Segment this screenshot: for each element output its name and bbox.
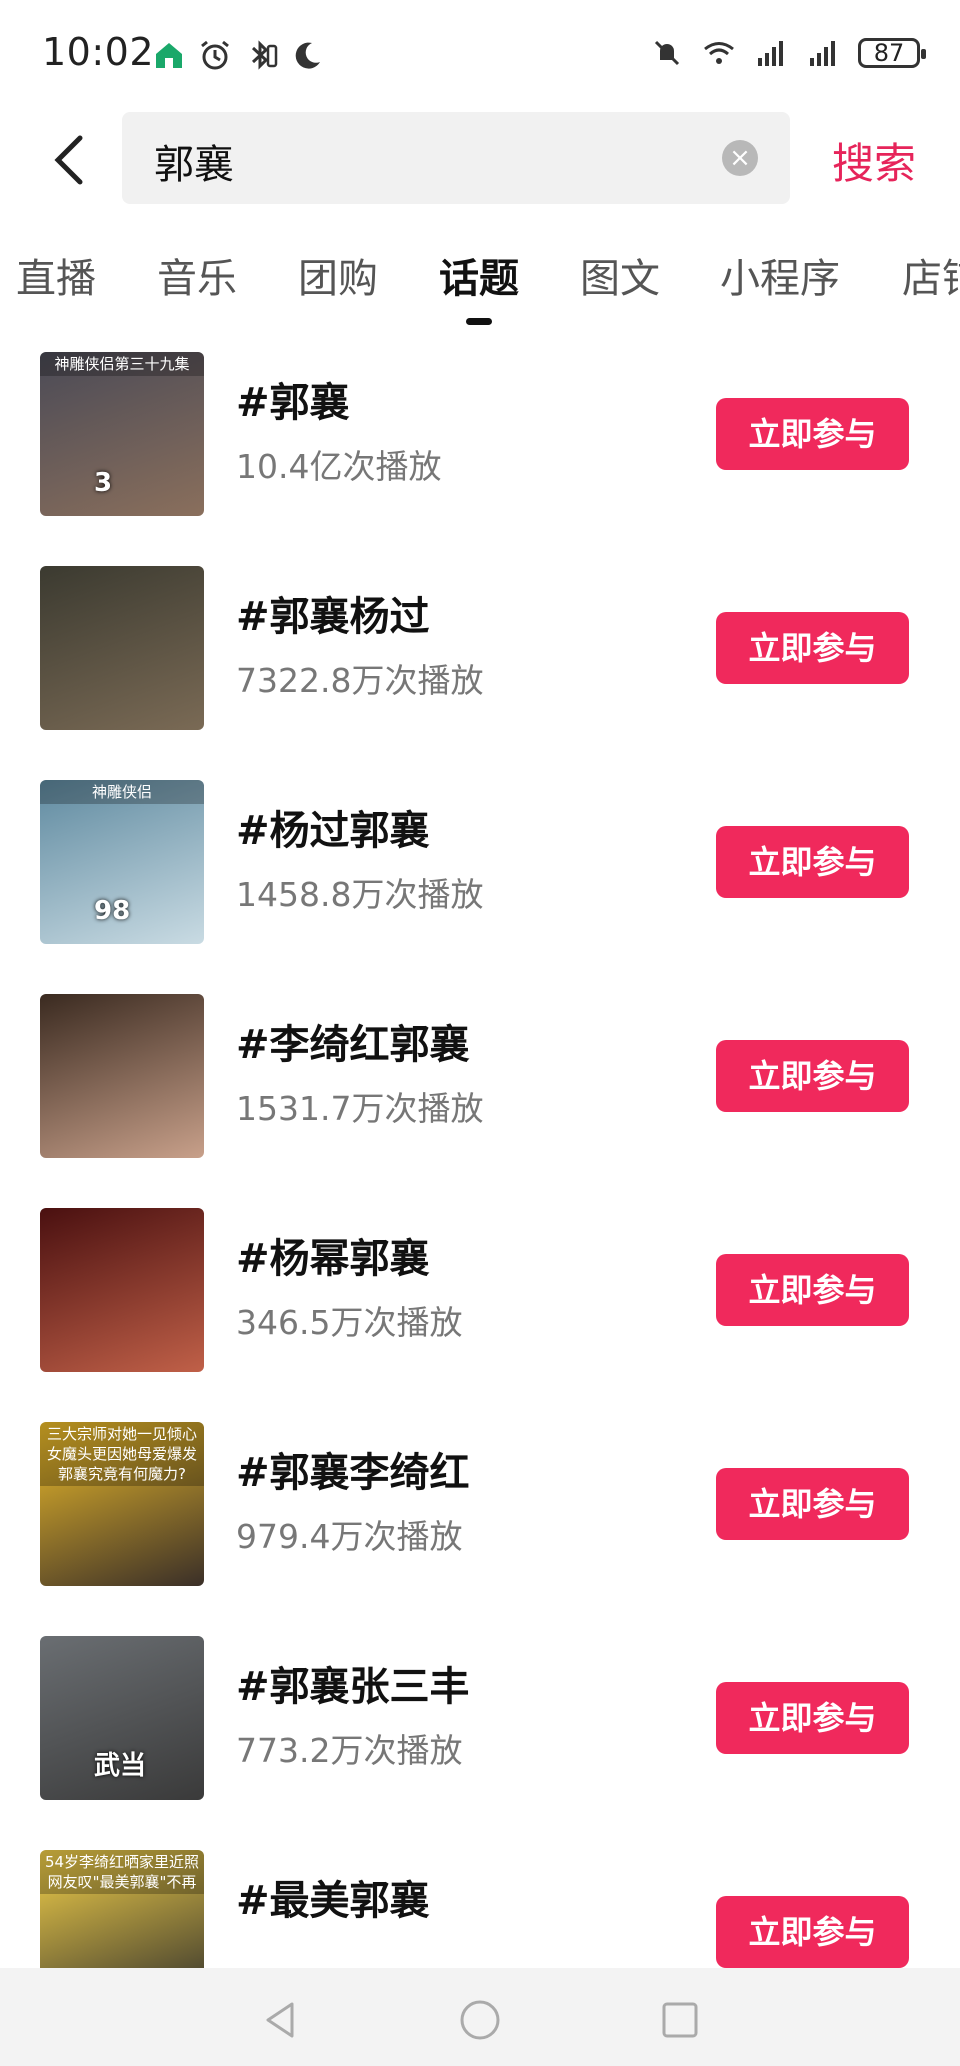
back-arrow-icon[interactable] xyxy=(50,132,90,188)
status-time: 10:02 xyxy=(42,30,155,74)
topic-row[interactable]: 三大宗师对她一见倾心 女魔头更因她母爱爆发 郭襄究竟有何魔力? #郭襄李绮红 979… xyxy=(0,1410,960,1624)
tab-topics[interactable]: 话题 xyxy=(439,246,519,304)
topic-title[interactable]: #郭襄杨过 xyxy=(236,584,430,642)
tab-mini-programs[interactable]: 小程序 xyxy=(720,246,840,304)
thumbnail-badge: 98 xyxy=(94,896,131,926)
topic-play-count: 979.4万次播放 xyxy=(236,1517,463,1556)
active-tab-indicator xyxy=(466,318,492,325)
tab-music[interactable]: 音乐 xyxy=(157,246,237,304)
signal-icon xyxy=(810,41,835,66)
tab-live[interactable]: 直播 xyxy=(16,246,96,304)
category-tabs: 直播 音乐 团购 话题 图文 小程序 店铺 xyxy=(0,236,960,326)
tab-group-buy[interactable]: 团购 xyxy=(298,246,378,304)
thumbnail-badge: 3 xyxy=(94,468,113,498)
topic-thumbnail[interactable] xyxy=(40,994,204,1158)
status-left-icons xyxy=(152,38,324,72)
topic-row[interactable]: #杨幂郭襄 346.5万次播放 立即参与 xyxy=(0,1196,960,1410)
join-topic-button[interactable]: 立即参与 xyxy=(716,612,909,684)
home-badge-icon xyxy=(156,43,182,68)
join-topic-button[interactable]: 立即参与 xyxy=(716,1896,909,1968)
mute-icon xyxy=(654,40,680,66)
thumbnail-caption: 三大宗师对她一见倾心 女魔头更因她母爱爆发 郭襄究竟有何魔力? xyxy=(40,1422,204,1486)
search-header: 郭襄 × 搜索 xyxy=(0,110,960,210)
home-circle-icon[interactable] xyxy=(458,1998,502,2042)
topic-thumbnail[interactable]: 神雕侠侣 98 xyxy=(40,780,204,944)
back-triangle-icon[interactable] xyxy=(258,1998,302,2042)
topic-row[interactable]: 武当 #郭襄张三丰 773.2万次播放 立即参与 xyxy=(0,1624,960,1838)
search-query: 郭襄 xyxy=(154,142,234,188)
thumbnail-caption: 神雕侠侣 xyxy=(40,780,204,804)
join-topic-button[interactable]: 立即参与 xyxy=(716,1682,909,1754)
topic-title[interactable]: #郭襄 xyxy=(236,370,350,428)
tab-shops[interactable]: 店铺 xyxy=(902,246,960,304)
bluetooth-icon xyxy=(251,40,278,70)
topic-title[interactable]: #杨幂郭襄 xyxy=(236,1226,430,1284)
status-right-icons: 87 xyxy=(650,36,926,70)
join-topic-button[interactable]: 立即参与 xyxy=(716,826,909,898)
topic-row[interactable]: 神雕侠侣第三十九集 3 #郭襄 10.4亿次播放 立即参与 xyxy=(0,340,960,554)
join-topic-button[interactable]: 立即参与 xyxy=(716,1040,909,1112)
topic-play-count: 7322.8万次播放 xyxy=(236,661,484,700)
wifi-icon xyxy=(704,42,734,64)
topic-thumbnail[interactable] xyxy=(40,1208,204,1372)
join-topic-button[interactable]: 立即参与 xyxy=(716,1254,909,1326)
battery-level: 87 xyxy=(873,39,905,67)
thumbnail-caption: 神雕侠侣第三十九集 xyxy=(40,352,204,376)
topic-play-count: 773.2万次播放 xyxy=(236,1731,463,1770)
topic-row[interactable]: 神雕侠侣 98 #杨过郭襄 1458.8万次播放 立即参与 xyxy=(0,768,960,982)
system-nav-bar xyxy=(0,1968,960,2066)
topic-title[interactable]: #李绮红郭襄 xyxy=(236,1012,470,1070)
recents-square-icon[interactable] xyxy=(658,1998,702,2042)
alarm-icon xyxy=(201,40,229,70)
thumbnail-badge: 武当 xyxy=(94,1751,147,1781)
topic-play-count: 1531.7万次播放 xyxy=(236,1089,484,1128)
moon-icon xyxy=(295,42,320,69)
search-button[interactable]: 搜索 xyxy=(832,130,916,191)
clear-icon[interactable]: × xyxy=(722,140,758,176)
topic-play-count: 10.4亿次播放 xyxy=(236,447,442,486)
topic-thumbnail[interactable]: 神雕侠侣第三十九集 3 xyxy=(40,352,204,516)
search-input[interactable]: 郭襄 × xyxy=(122,112,790,204)
tab-image-text[interactable]: 图文 xyxy=(580,246,660,304)
topic-title[interactable]: #杨过郭襄 xyxy=(236,798,430,856)
join-topic-button[interactable]: 立即参与 xyxy=(716,1468,909,1540)
topic-title[interactable]: #最美郭襄 xyxy=(236,1868,430,1926)
topic-row[interactable]: #李绮红郭襄 1531.7万次播放 立即参与 xyxy=(0,982,960,1196)
topic-thumbnail[interactable]: 三大宗师对她一见倾心 女魔头更因她母爱爆发 郭襄究竟有何魔力? xyxy=(40,1422,204,1586)
battery-indicator: 87 xyxy=(858,38,926,68)
topic-play-count: 1458.8万次播放 xyxy=(236,875,484,914)
thumbnail-caption: 54岁李绮红晒家里近照 网友叹"最美郭襄"不再 xyxy=(40,1850,204,1894)
topic-thumbnail[interactable] xyxy=(40,566,204,730)
topic-title[interactable]: #郭襄张三丰 xyxy=(236,1654,470,1712)
signal-icon xyxy=(758,41,783,66)
status-bar: 10:02 87 xyxy=(0,0,960,110)
join-topic-button[interactable]: 立即参与 xyxy=(716,398,909,470)
topic-thumbnail[interactable]: 武当 xyxy=(40,1636,204,1800)
topic-row[interactable]: #郭襄杨过 7322.8万次播放 立即参与 xyxy=(0,554,960,768)
topic-title[interactable]: #郭襄李绮红 xyxy=(236,1440,470,1498)
topic-play-count: 346.5万次播放 xyxy=(236,1303,463,1342)
